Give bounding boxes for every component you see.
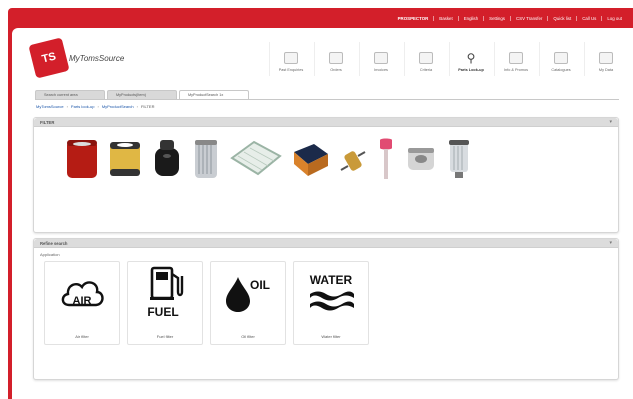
document-icon <box>284 52 298 64</box>
spin-on-filter-black-image[interactable] <box>150 136 184 182</box>
svg-text:WATER: WATER <box>310 273 353 287</box>
topbar-link-csv[interactable]: CSV Transfer <box>510 15 547 21</box>
nav-item-invoices[interactable]: Invoices <box>359 42 402 76</box>
breadcrumb-separator: › <box>97 104 99 109</box>
fuel-water-separator-image[interactable] <box>444 136 474 182</box>
svg-text:FUEL: FUEL <box>147 305 178 319</box>
application-cards: AIR Air filter FUEL Fuel filter OIL Oil … <box>44 261 369 345</box>
filter-panel: FILTER ▾ <box>33 117 619 233</box>
oil-filter-cartridge-image[interactable] <box>404 136 438 182</box>
breadcrumb-parts[interactable]: Parts look-up <box>71 104 95 109</box>
card-air-filter[interactable]: AIR Air filter <box>44 261 120 345</box>
logo-text: MyTomsSource <box>69 53 125 63</box>
topbar-link-basket[interactable]: Basket <box>433 15 457 21</box>
top-link-bar: PROSPECTOR Basket English Settings CSV T… <box>8 8 633 28</box>
main-nav: Past Enquiries Orders Invoices Criteria … <box>269 42 627 76</box>
site-header: TS MyTomsSource Past Enquiries Orders In… <box>12 28 633 88</box>
pencil-icon <box>419 52 433 64</box>
site-logo[interactable]: TS MyTomsSource <box>28 37 125 79</box>
card-caption: Oil filter <box>241 334 255 339</box>
browser-frame: PROSPECTOR Basket English Settings CSV T… <box>8 8 633 399</box>
breadcrumb-separator: › <box>136 104 138 109</box>
tab-search-current[interactable]: Search current area <box>35 90 105 99</box>
breadcrumb-search[interactable]: MyProductSearch <box>102 104 134 109</box>
nav-item-criteria[interactable]: Criteria <box>404 42 447 76</box>
topbar-link-settings[interactable]: Settings <box>483 15 510 21</box>
collapse-icon[interactable]: ▾ <box>609 240 612 246</box>
filter-product-images <box>64 136 474 182</box>
cabin-air-filter-panel-image[interactable] <box>228 136 284 182</box>
topbar-link-prospector[interactable]: PROSPECTOR <box>393 16 434 21</box>
air-filter-cartridge-image[interactable] <box>106 136 144 182</box>
breadcrumb-separator: › <box>66 104 68 109</box>
refine-panel-header: Refine search ▾ <box>34 239 618 248</box>
oil-drop-icon: OIL <box>220 262 276 324</box>
box-icon <box>329 52 343 64</box>
card-caption: Air filter <box>75 334 89 339</box>
catalogue-icon <box>554 52 568 64</box>
filter-panel-title: FILTER <box>40 119 55 125</box>
breadcrumb: MyTomsSource › Parts look-up › MyProduct… <box>36 104 154 109</box>
svg-text:OIL: OIL <box>250 278 270 292</box>
card-water-filter[interactable]: WATER Water filter <box>293 261 369 345</box>
tab-my-product-search[interactable]: MyProductSearch 1x <box>179 90 249 99</box>
topbar-link-logout[interactable]: Log out <box>601 15 627 21</box>
card-caption: Water filter <box>321 334 341 339</box>
magnifier-icon: ⚲ <box>466 51 476 65</box>
nav-item-my-data[interactable]: My Data <box>584 42 627 76</box>
nav-item-catalogues[interactable]: Catalogues <box>539 42 582 76</box>
fuel-filter-element-image[interactable] <box>190 136 222 182</box>
application-label: Application <box>40 252 60 257</box>
breadcrumb-home[interactable]: MyTomsSource <box>36 104 64 109</box>
logo-mark: TS <box>28 37 70 79</box>
breadcrumb-current: FILTER <box>140 104 155 109</box>
filter-panel-header: FILTER ▾ <box>34 118 618 127</box>
topbar-link-quicklist[interactable]: Quick list <box>547 15 576 21</box>
nav-item-past-enquiries[interactable]: Past Enquiries <box>269 42 312 76</box>
data-icon <box>599 52 613 64</box>
chart-icon <box>509 52 523 64</box>
fuel-pump-icon: FUEL <box>140 262 190 324</box>
air-cloud-icon: AIR <box>57 262 107 324</box>
svg-text:AIR: AIR <box>73 295 92 307</box>
panel-air-filter-orange-image[interactable] <box>290 136 332 182</box>
tab-my-products[interactable]: MyProducts(Item) <box>107 90 177 99</box>
dipstick-filter-pink-image[interactable] <box>374 136 398 182</box>
search-tabs: Search current area MyProducts(Item) MyP… <box>35 90 249 99</box>
topbar-link-callus[interactable]: Call Us <box>576 15 601 21</box>
topbar-link-language[interactable]: English <box>457 15 483 21</box>
nav-item-info-promos[interactable]: Info & Promos <box>494 42 537 76</box>
card-caption: Fuel filter <box>156 334 174 339</box>
tab-divider <box>35 99 619 100</box>
inline-fuel-filter-image[interactable] <box>338 136 368 182</box>
card-oil-filter[interactable]: OIL Oil filter <box>210 261 286 345</box>
invoice-icon <box>374 52 388 64</box>
card-fuel-filter[interactable]: FUEL Fuel filter <box>127 261 203 345</box>
water-waves-icon: WATER <box>300 262 362 324</box>
refine-panel-title: Refine search <box>40 240 68 246</box>
page-content: TS MyTomsSource Past Enquiries Orders In… <box>12 28 633 399</box>
spin-on-filter-red-image[interactable] <box>64 136 100 182</box>
nav-item-parts-lookup[interactable]: ⚲ Parts Look-up <box>449 42 492 76</box>
refine-search-panel: Refine search ▾ Application AIR Air filt… <box>33 238 619 380</box>
collapse-icon[interactable]: ▾ <box>609 119 612 125</box>
nav-item-orders[interactable]: Orders <box>314 42 357 76</box>
